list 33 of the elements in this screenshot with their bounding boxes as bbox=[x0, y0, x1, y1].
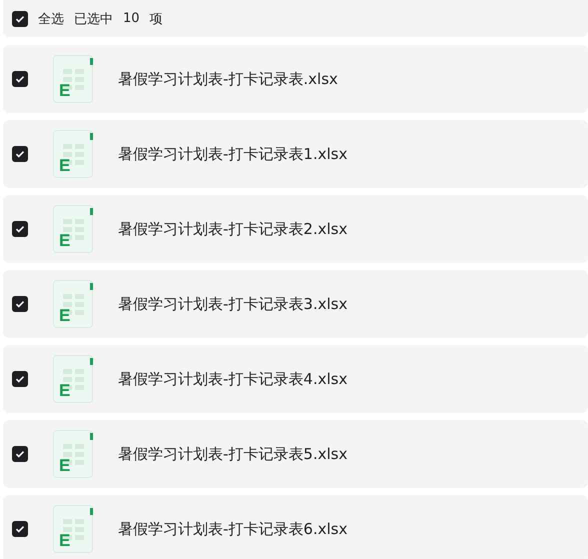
file-row[interactable]: E 暑假学习计划表-打卡记录表4.xlsx bbox=[3, 345, 588, 413]
checkbox[interactable] bbox=[12, 71, 28, 87]
file-row[interactable]: E 暑假学习计划表-打卡记录表6.xlsx bbox=[3, 495, 588, 559]
file-name: 暑假学习计划表-打卡记录表1.xlsx bbox=[118, 144, 348, 164]
spreadsheet-file-icon: E bbox=[53, 430, 93, 478]
file-name: 暑假学习计划表-打卡记录表.xlsx bbox=[118, 70, 338, 88]
selected-label: 已选中 bbox=[74, 10, 113, 28]
spreadsheet-file-icon: E bbox=[53, 280, 93, 328]
file-row[interactable]: E 暑假学习计划表-打卡记录表5.xlsx bbox=[3, 420, 588, 488]
spreadsheet-file-icon: E bbox=[53, 355, 93, 403]
file-name: 暑假学习计划表-打卡记录表4.xlsx bbox=[118, 370, 348, 388]
checkbox[interactable] bbox=[12, 371, 28, 387]
checkbox[interactable] bbox=[12, 221, 28, 237]
file-row[interactable]: E 暑假学习计划表-打卡记录表3.xlsx bbox=[3, 270, 588, 338]
checkbox[interactable] bbox=[12, 446, 28, 462]
checkbox[interactable] bbox=[12, 146, 28, 162]
spreadsheet-file-icon: E bbox=[53, 130, 93, 178]
spreadsheet-file-icon: E bbox=[53, 205, 93, 253]
file-name: 暑假学习计划表-打卡记录表5.xlsx bbox=[118, 444, 348, 464]
spreadsheet-file-icon: E bbox=[53, 505, 93, 553]
count-unit: 项 bbox=[150, 10, 163, 28]
file-row[interactable]: E 暑假学习计划表-打卡记录表2.xlsx bbox=[3, 195, 588, 263]
file-name: 暑假学习计划表-打卡记录表3.xlsx bbox=[118, 294, 348, 314]
selected-count: 10 bbox=[123, 11, 140, 26]
file-name: 暑假学习计划表-打卡记录表6.xlsx bbox=[118, 520, 348, 538]
checkbox[interactable] bbox=[12, 296, 28, 312]
file-row[interactable]: E 暑假学习计划表-打卡记录表1.xlsx bbox=[3, 120, 588, 188]
spreadsheet-file-icon: E bbox=[53, 55, 93, 103]
checkbox[interactable] bbox=[12, 521, 28, 537]
checkbox[interactable] bbox=[12, 10, 28, 26]
file-row[interactable]: E 暑假学习计划表-打卡记录表.xlsx bbox=[3, 45, 588, 113]
select-all-label[interactable]: 全选 bbox=[38, 10, 64, 28]
file-name: 暑假学习计划表-打卡记录表2.xlsx bbox=[118, 220, 348, 238]
